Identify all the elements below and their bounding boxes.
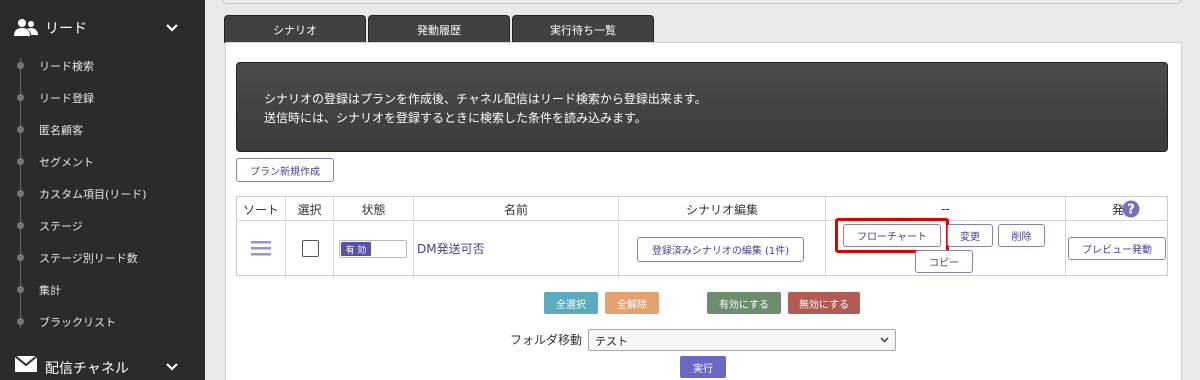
info-notice: シナリオの登録はプランを作成後、チャネル配信はリード検索から登録出来ます。 送信… (236, 62, 1168, 152)
tab-scenario[interactable]: シナリオ (224, 15, 366, 43)
svg-text:?: ? (1127, 203, 1135, 218)
bullet-icon (17, 318, 24, 325)
notice-line-2: 送信時には、シナリオを登録するときに検索した条件を読み込みます。 (264, 111, 647, 125)
chevron-down-icon[interactable] (165, 362, 179, 372)
select-all-button[interactable]: 全選択 (544, 292, 598, 314)
sidebar-item-label: 匿名顧客 (39, 124, 83, 137)
folder-select[interactable]: テスト (588, 329, 896, 351)
sidebar-section-channels[interactable]: 配信チャネル (0, 342, 205, 380)
scenario-table: ソート 選択 状態 名前 シナリオ編集 -- 発動 ? 有 効 DM発送可否 登… (236, 196, 1168, 277)
sidebar-item-label: ステージ別リード数 (39, 252, 138, 265)
sidebar-item-blacklist[interactable]: ブラックリスト (0, 306, 205, 336)
run-button[interactable]: 実行 (680, 356, 726, 378)
enable-button[interactable]: 有効にする (707, 292, 781, 314)
users-icon (14, 19, 38, 36)
sidebar-item-label: リード検索 (39, 60, 94, 73)
tab-pending-list[interactable]: 実行待ち一覧 (512, 15, 654, 43)
sidebar-section-leads[interactable]: リード (0, 3, 205, 53)
bullet-icon (17, 158, 24, 165)
sidebar-item-label: カスタム項目(リード) (39, 188, 147, 201)
row-select-checkbox[interactable] (302, 240, 319, 257)
edit-registered-scenario-button[interactable]: 登録済みシナリオの編集 (1件) (637, 237, 804, 262)
change-button[interactable]: 変更 (947, 224, 993, 247)
chevron-down-icon (880, 337, 889, 343)
copy-button[interactable]: コピー (915, 250, 973, 273)
header-scenario-edit: シナリオ編集 (685, 202, 758, 217)
bullet-icon (17, 254, 24, 261)
tab-trigger-history[interactable]: 発動履歴 (368, 15, 510, 43)
header-select: 選択 (297, 202, 322, 217)
bullet-icon (17, 62, 24, 69)
sidebar-item-label: ブラックリスト (39, 316, 116, 329)
sidebar: リード リード検索 リード登録 匿名顧客 セグメント カスタム項目(リード) ス… (0, 0, 205, 380)
preview-trigger-button[interactable]: プレビュー発動 (1068, 237, 1166, 260)
new-plan-button[interactable]: プラン新規作成 (236, 158, 334, 182)
sidebar-item-label: リード登録 (39, 92, 94, 105)
top-bar (222, 0, 1182, 4)
header-sort: ソート (242, 202, 279, 217)
sidebar-item-anonymous[interactable]: 匿名顧客 (0, 114, 205, 144)
status-on-label: 有 効 (341, 242, 371, 256)
drag-handle-icon[interactable] (251, 240, 271, 256)
bullet-icon (17, 126, 24, 133)
sidebar-item-aggregate[interactable]: 集計 (0, 274, 205, 304)
deselect-all-button[interactable]: 全解除 (605, 292, 659, 314)
chevron-down-icon[interactable] (165, 23, 179, 33)
header-status: 状態 (361, 202, 386, 217)
delete-button[interactable]: 削除 (998, 224, 1045, 247)
folder-move-label: フォルダ移動 (509, 333, 582, 347)
sidebar-item-lead-search[interactable]: リード検索 (0, 50, 205, 80)
sidebar-item-label: 集計 (39, 284, 61, 297)
sidebar-item-custom-fields[interactable]: カスタム項目(リード) (0, 178, 205, 208)
sidebar-item-stage-leads[interactable]: ステージ別リード数 (0, 242, 205, 272)
bullet-icon (17, 286, 24, 293)
sidebar-item-label: ステージ (39, 220, 83, 233)
sidebar-section-title: 配信チャネル (45, 361, 129, 377)
folder-select-value: テスト (595, 335, 628, 348)
bullet-icon (17, 190, 24, 197)
sidebar-item-segment[interactable]: セグメント (0, 146, 205, 176)
sidebar-section-title: リード (45, 21, 87, 37)
notice-line-1: シナリオの登録はプランを作成後、チャネル配信はリード検索から登録出来ます。 (264, 92, 707, 106)
sidebar-item-stage[interactable]: ステージ (0, 210, 205, 240)
help-icon[interactable]: ? (1122, 200, 1140, 218)
header-name: 名前 (503, 202, 528, 217)
disable-button[interactable]: 無効にする (788, 292, 860, 314)
scenario-name-link[interactable]: DM発送可否 (417, 240, 485, 257)
sidebar-item-label: セグメント (39, 156, 94, 169)
bullet-icon (17, 94, 24, 101)
mail-icon (14, 355, 38, 372)
status-toggle[interactable]: 有 効 (339, 240, 407, 258)
sidebar-item-lead-register[interactable]: リード登録 (0, 82, 205, 112)
flowchart-button[interactable]: フローチャート (843, 224, 941, 247)
bullet-icon (17, 222, 24, 229)
